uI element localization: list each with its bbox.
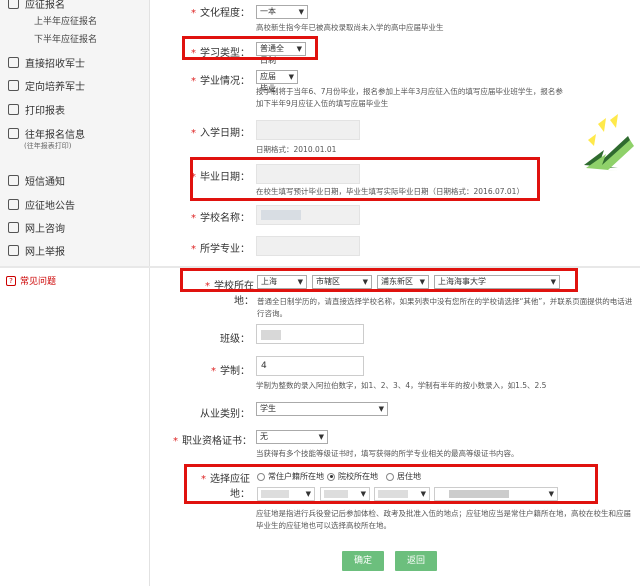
- certificate-label: * 职业资格证书：: [173, 436, 252, 447]
- sidebar-lower: [0, 268, 150, 586]
- chevron-down-icon: ▼: [288, 73, 294, 81]
- highlight-enlist-place: [184, 464, 598, 504]
- chevron-down-icon: ▼: [318, 433, 324, 441]
- certificate-hint: 当获得有多个技能等级证书时，填写获得的所学专业相关的最高等级证书内容。: [256, 449, 519, 458]
- message-icon: [8, 175, 19, 186]
- confirm-button[interactable]: 确定: [342, 551, 384, 571]
- job-category-select[interactable]: 学生 ▼: [256, 402, 388, 416]
- question-icon: ?: [6, 275, 16, 286]
- school-name-input[interactable]: [256, 205, 360, 225]
- document-icon: [8, 80, 19, 91]
- enroll-date-hint: 日期格式：2010.01.01: [256, 145, 337, 154]
- major-label: * 所学专业：: [191, 244, 250, 255]
- sidebar-subitem-first-half[interactable]: 上半年应征报名: [34, 14, 97, 27]
- sidebar-item-past-records-note: (往年报表打印): [24, 142, 72, 150]
- certificate-select[interactable]: 无 ▼: [256, 430, 328, 444]
- study-status-hint: 按学制将于当年6、7月份毕业，报名参加上半年3月应征入伍的填写应届毕业班学生，报…: [256, 87, 563, 108]
- sidebar-item-targeted-training[interactable]: 定向培养军士: [8, 78, 85, 93]
- study-status-select[interactable]: 应届毕业 ▼: [256, 70, 298, 93]
- chevron-down-icon: ▼: [298, 8, 304, 16]
- sidebar-item-past-records[interactable]: 往年报名信息: [8, 126, 85, 141]
- sidebar-item-print-report[interactable]: 打印报表: [8, 102, 65, 117]
- sidebar-item-direct-recruit[interactable]: 直接招收军士: [8, 55, 85, 70]
- highlight-study-type: [182, 36, 318, 60]
- job-category-label: 从业类别：: [200, 409, 250, 420]
- enroll-date-label: * 入学日期：: [191, 128, 250, 139]
- document-icon: [8, 199, 19, 210]
- duration-hint: 学制为整数的录入阿拉伯数字，如1、2、3、4，学制有半年的按小数录入，如1.5、…: [256, 381, 547, 390]
- study-status-label: * 学业情况：: [191, 76, 250, 87]
- education-select[interactable]: 一本 ▼: [256, 5, 308, 19]
- sidebar-item-report[interactable]: 网上举报: [8, 243, 65, 258]
- chat-icon: [8, 222, 19, 233]
- duration-input[interactable]: 4: [256, 356, 364, 376]
- class-label: 班级：: [220, 334, 250, 345]
- chevron-down-icon: ▼: [378, 405, 384, 413]
- school-name-label: * 学校名称：: [191, 213, 250, 224]
- enlist-place-hint: 应征地是指进行兵役登记后参加体检、政考及批准入伍的地点；应征地应当是常住户籍所在…: [256, 509, 631, 530]
- class-input[interactable]: [256, 324, 364, 344]
- highlight-school-location: [180, 268, 578, 292]
- education-hint: 高校新生指今年已被高校录取尚未入学的高中应届毕业生: [256, 23, 444, 32]
- highlight-grad-date: [190, 157, 540, 201]
- document-icon: [8, 57, 19, 68]
- redacted-block: [261, 210, 301, 220]
- sidebar-item-sms[interactable]: 短信通知: [8, 173, 65, 188]
- major-input[interactable]: [256, 236, 360, 256]
- sidebar-subitem-second-half[interactable]: 下半年应征报名: [34, 32, 97, 45]
- back-button[interactable]: 返回: [395, 551, 437, 571]
- document-icon: [8, 128, 19, 139]
- document-icon: [8, 0, 19, 9]
- duration-label: * 学制：: [211, 366, 250, 377]
- redacted-block: [261, 330, 281, 340]
- school-location-hint: 普通全日制学历的，请直接选择学校名称，如果列表中没有您所在的学校请选择“其他”，…: [257, 297, 633, 318]
- education-label: * 文化程度：: [191, 8, 250, 19]
- sidebar-item-announcement[interactable]: 应征地公告: [8, 197, 75, 212]
- mail-icon: [8, 245, 19, 256]
- enroll-date-input[interactable]: [256, 120, 360, 140]
- pointer-arrow-icon: [584, 114, 634, 171]
- printer-icon: [8, 104, 19, 115]
- sidebar-item-consult[interactable]: 网上咨询: [8, 220, 65, 235]
- sidebar-item-faq[interactable]: ? 常见问题: [6, 274, 56, 287]
- sidebar-item-enlist[interactable]: 应征报名: [8, 0, 65, 11]
